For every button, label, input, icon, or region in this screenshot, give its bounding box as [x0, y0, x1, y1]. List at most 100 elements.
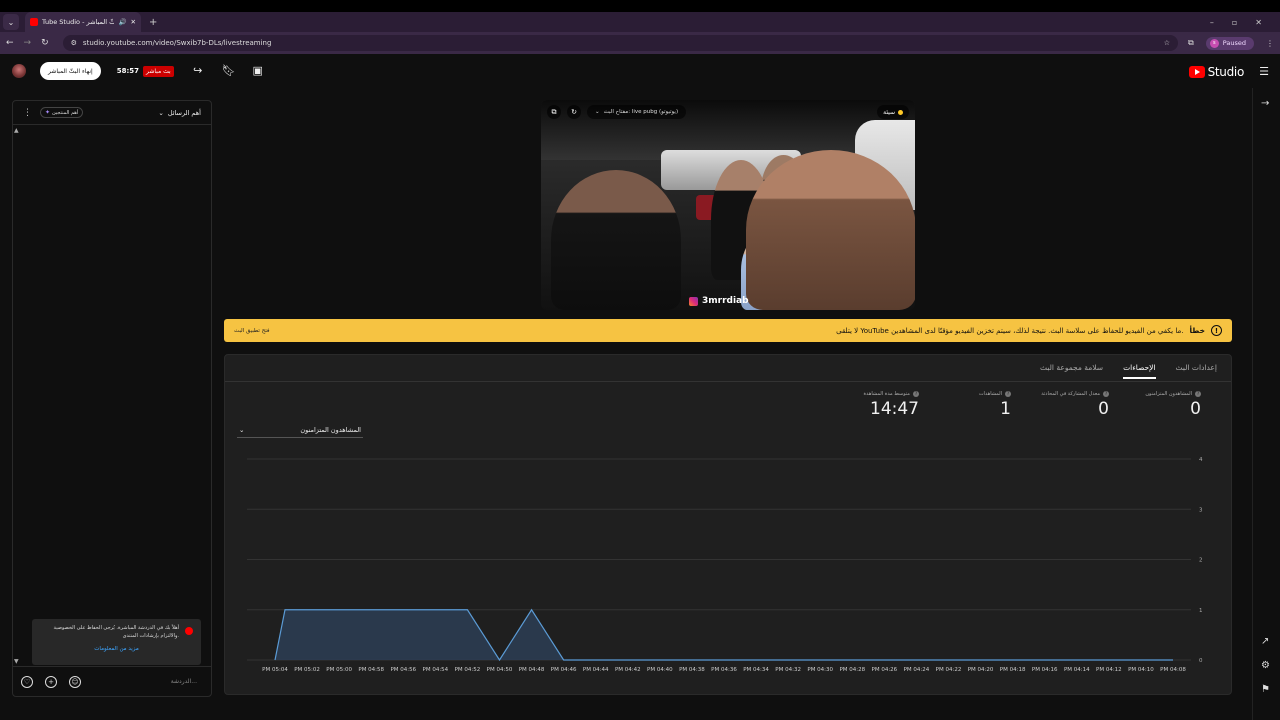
youtube-favicon-icon: [30, 18, 38, 26]
tab-stream-health[interactable]: سلامة مجموعة البث: [1040, 361, 1103, 379]
preview-image-person: [551, 170, 681, 310]
edit-icon[interactable]: ▣: [252, 65, 264, 77]
browser-menu-icon[interactable]: ⋮: [1266, 39, 1274, 48]
stream-key-dropdown[interactable]: ⌄ مفتاح البث: live pubg (يوتيوتو): [587, 105, 687, 119]
help-icon[interactable]: ?: [913, 391, 919, 397]
scroll-up-icon[interactable]: ▲: [14, 127, 19, 134]
site-info-icon[interactable]: ⚙: [71, 39, 77, 47]
right-rail: → ↗ ⚙ ⚑: [1252, 88, 1280, 720]
metric-label: متوسط مدة المشاهدة: [863, 391, 910, 397]
reload-icon[interactable]: ↻: [41, 38, 49, 48]
chat-mode-label: أهم الرسائل: [167, 108, 201, 117]
tab-close-icon[interactable]: ✕: [131, 18, 136, 26]
stream-preview[interactable]: ⧉ ↻ ⌄ مفتاح البث: live pubg (يوتيوتو) سي…: [541, 100, 915, 310]
browser-tab[interactable]: Tube Studio - البثّ المباشر 🔊 ✕: [25, 12, 141, 32]
feedback-icon[interactable]: ⚑: [1261, 684, 1270, 695]
instagram-icon: [689, 296, 698, 306]
metric-value: 0: [1190, 399, 1201, 419]
help-icon[interactable]: ?: [1103, 391, 1109, 397]
channel-avatar[interactable]: [12, 64, 26, 78]
chevron-down-icon: ⌄: [595, 109, 600, 115]
x-tick-label: PM 04:32: [775, 667, 801, 673]
close-window-icon[interactable]: ✕: [1255, 18, 1262, 27]
chevron-down-icon: ⌄: [158, 108, 164, 117]
forward-icon[interactable]: →: [24, 38, 32, 48]
x-tick-label: PM 04:36: [711, 667, 737, 673]
new-tab-button[interactable]: +: [149, 17, 157, 28]
back-icon[interactable]: ←: [6, 38, 14, 48]
x-tick-label: PM 04:52: [455, 667, 481, 673]
copy-icon[interactable]: ⧉: [547, 105, 561, 119]
x-tick-label: PM 04:42: [615, 667, 641, 673]
tab-analytics[interactable]: الإحصاءات: [1123, 361, 1156, 379]
extensions-icon[interactable]: ⧉: [1188, 38, 1194, 48]
heart-icon[interactable]: ♡: [21, 675, 33, 688]
x-tick-label: PM 04:10: [1128, 667, 1154, 673]
preview-image-person: [746, 150, 915, 310]
concurrent-viewers-chart: 0 1 2 3 4 PM 05:04 PM 05:02 PM 05:00 PM 04:58 PM …: [247, 457, 1203, 673]
tab-search-button[interactable]: ⌄: [3, 14, 19, 30]
y-tick-label: 1: [1199, 608, 1203, 614]
y-tick-label: 3: [1199, 507, 1203, 513]
learn-more-link[interactable]: مزيد من المعلومات: [40, 646, 193, 652]
instagram-watermark: 3mrrdiab: [689, 296, 749, 306]
metric-label: معدل المشاركة في المحادثة: [1041, 391, 1100, 397]
open-streaming-app-link[interactable]: فتح تطبيق البث: [234, 328, 270, 334]
window-top-bar: [0, 0, 1280, 12]
share-icon[interactable]: ↪: [192, 65, 204, 77]
browser-tab-strip: ⌄ Tube Studio - البثّ المباشر 🔊 ✕ + – ▫ …: [0, 12, 1280, 32]
refresh-icon[interactable]: ↻: [567, 105, 581, 119]
health-label: سيئة: [883, 108, 895, 116]
x-tick-label: PM 05:02: [294, 667, 320, 673]
url-text: studio.youtube.com/video/Swxib7b-DLs/liv…: [82, 39, 272, 47]
chat-more-icon[interactable]: ⋮: [23, 108, 32, 118]
stream-key-label: مفتاح البث: live pubg (يوتيوتو): [603, 109, 679, 115]
metric-concurrent-viewers: ? المشاهدون المتزامنون 0: [1145, 391, 1201, 419]
studio-header: إنهاء البثّ المباشر 58:57 بث مباشر ↪ 🔖︎ …: [0, 54, 1280, 88]
metric-value: 1: [1000, 399, 1011, 419]
x-tick-label: PM 04:24: [904, 667, 930, 673]
help-icon[interactable]: ?: [1005, 391, 1011, 397]
pop-out-icon[interactable]: ↗: [1261, 636, 1269, 647]
chat-input[interactable]: الدردشة...: [93, 678, 203, 685]
chat-header: ⋮ ✦ أهم المنتجين ⌄ أهم الرسائل: [13, 101, 211, 125]
metric-views: ? المشاهدات 1: [979, 391, 1011, 419]
x-tick-label: PM 04:12: [1096, 667, 1122, 673]
youtube-studio-logo[interactable]: Studio: [1188, 65, 1245, 79]
end-stream-button[interactable]: إنهاء البثّ المباشر: [40, 62, 101, 80]
settings-gear-icon[interactable]: ⚙: [1261, 660, 1270, 671]
stream-error-banner: فتح تطبيق البث لا يتلقى YouTube ما يكفي …: [224, 319, 1232, 342]
top-fans-chip[interactable]: ✦ أهم المنتجين: [40, 107, 84, 118]
analytics-panel: إعدادات البث الإحصاءات سلامة مجموعة البث…: [224, 354, 1232, 695]
stream-timer: 58:57: [116, 67, 140, 75]
chat-mode-dropdown[interactable]: ⌄ أهم الرسائل: [158, 109, 201, 117]
minimize-icon[interactable]: –: [1210, 18, 1214, 27]
expand-arrow-icon[interactable]: →: [1261, 98, 1269, 109]
metric-dropdown[interactable]: ⌄ المشاهدون المتزامنون: [237, 423, 363, 438]
profile-paused-button[interactable]: s Paused: [1205, 36, 1254, 50]
star-icon: ✦: [45, 109, 51, 116]
banner-error-label: خطأ: [1189, 326, 1205, 335]
studio-label: Studio: [1207, 65, 1245, 79]
health-dot-icon: [898, 109, 903, 115]
chevron-down-icon: ⌄: [239, 426, 245, 434]
tab-stream-settings[interactable]: إعدادات البث: [1176, 361, 1217, 379]
x-tick-label: PM 04:50: [487, 667, 513, 673]
x-tick-label: PM 04:44: [583, 667, 609, 673]
url-field[interactable]: ⚙ studio.youtube.com/video/Swxib7b-DLs/l…: [62, 35, 1179, 51]
live-badge: بث مباشر: [143, 65, 174, 77]
y-tick-label: 2: [1199, 558, 1203, 564]
metric-value: 0: [1098, 399, 1109, 419]
add-icon[interactable]: +: [45, 675, 57, 688]
banner-message: لا يتلقى YouTube ما يكفي من الفيديو للحف…: [836, 326, 1184, 335]
help-icon[interactable]: ?: [1195, 391, 1201, 397]
scroll-down-icon[interactable]: ▼: [14, 658, 19, 665]
x-tick-label: PM 04:54: [423, 667, 449, 673]
stream-health-badge[interactable]: سيئة: [877, 105, 909, 119]
x-tick-label: PM 04:30: [807, 667, 833, 673]
maximize-icon[interactable]: ▫: [1232, 18, 1237, 27]
emoji-icon[interactable]: ☺: [69, 675, 81, 688]
bookmark-icon[interactable]: 🔖︎: [222, 65, 236, 77]
hamburger-menu-icon[interactable]: ☰: [1259, 65, 1269, 78]
bookmark-star-icon[interactable]: ☆: [1164, 39, 1170, 47]
